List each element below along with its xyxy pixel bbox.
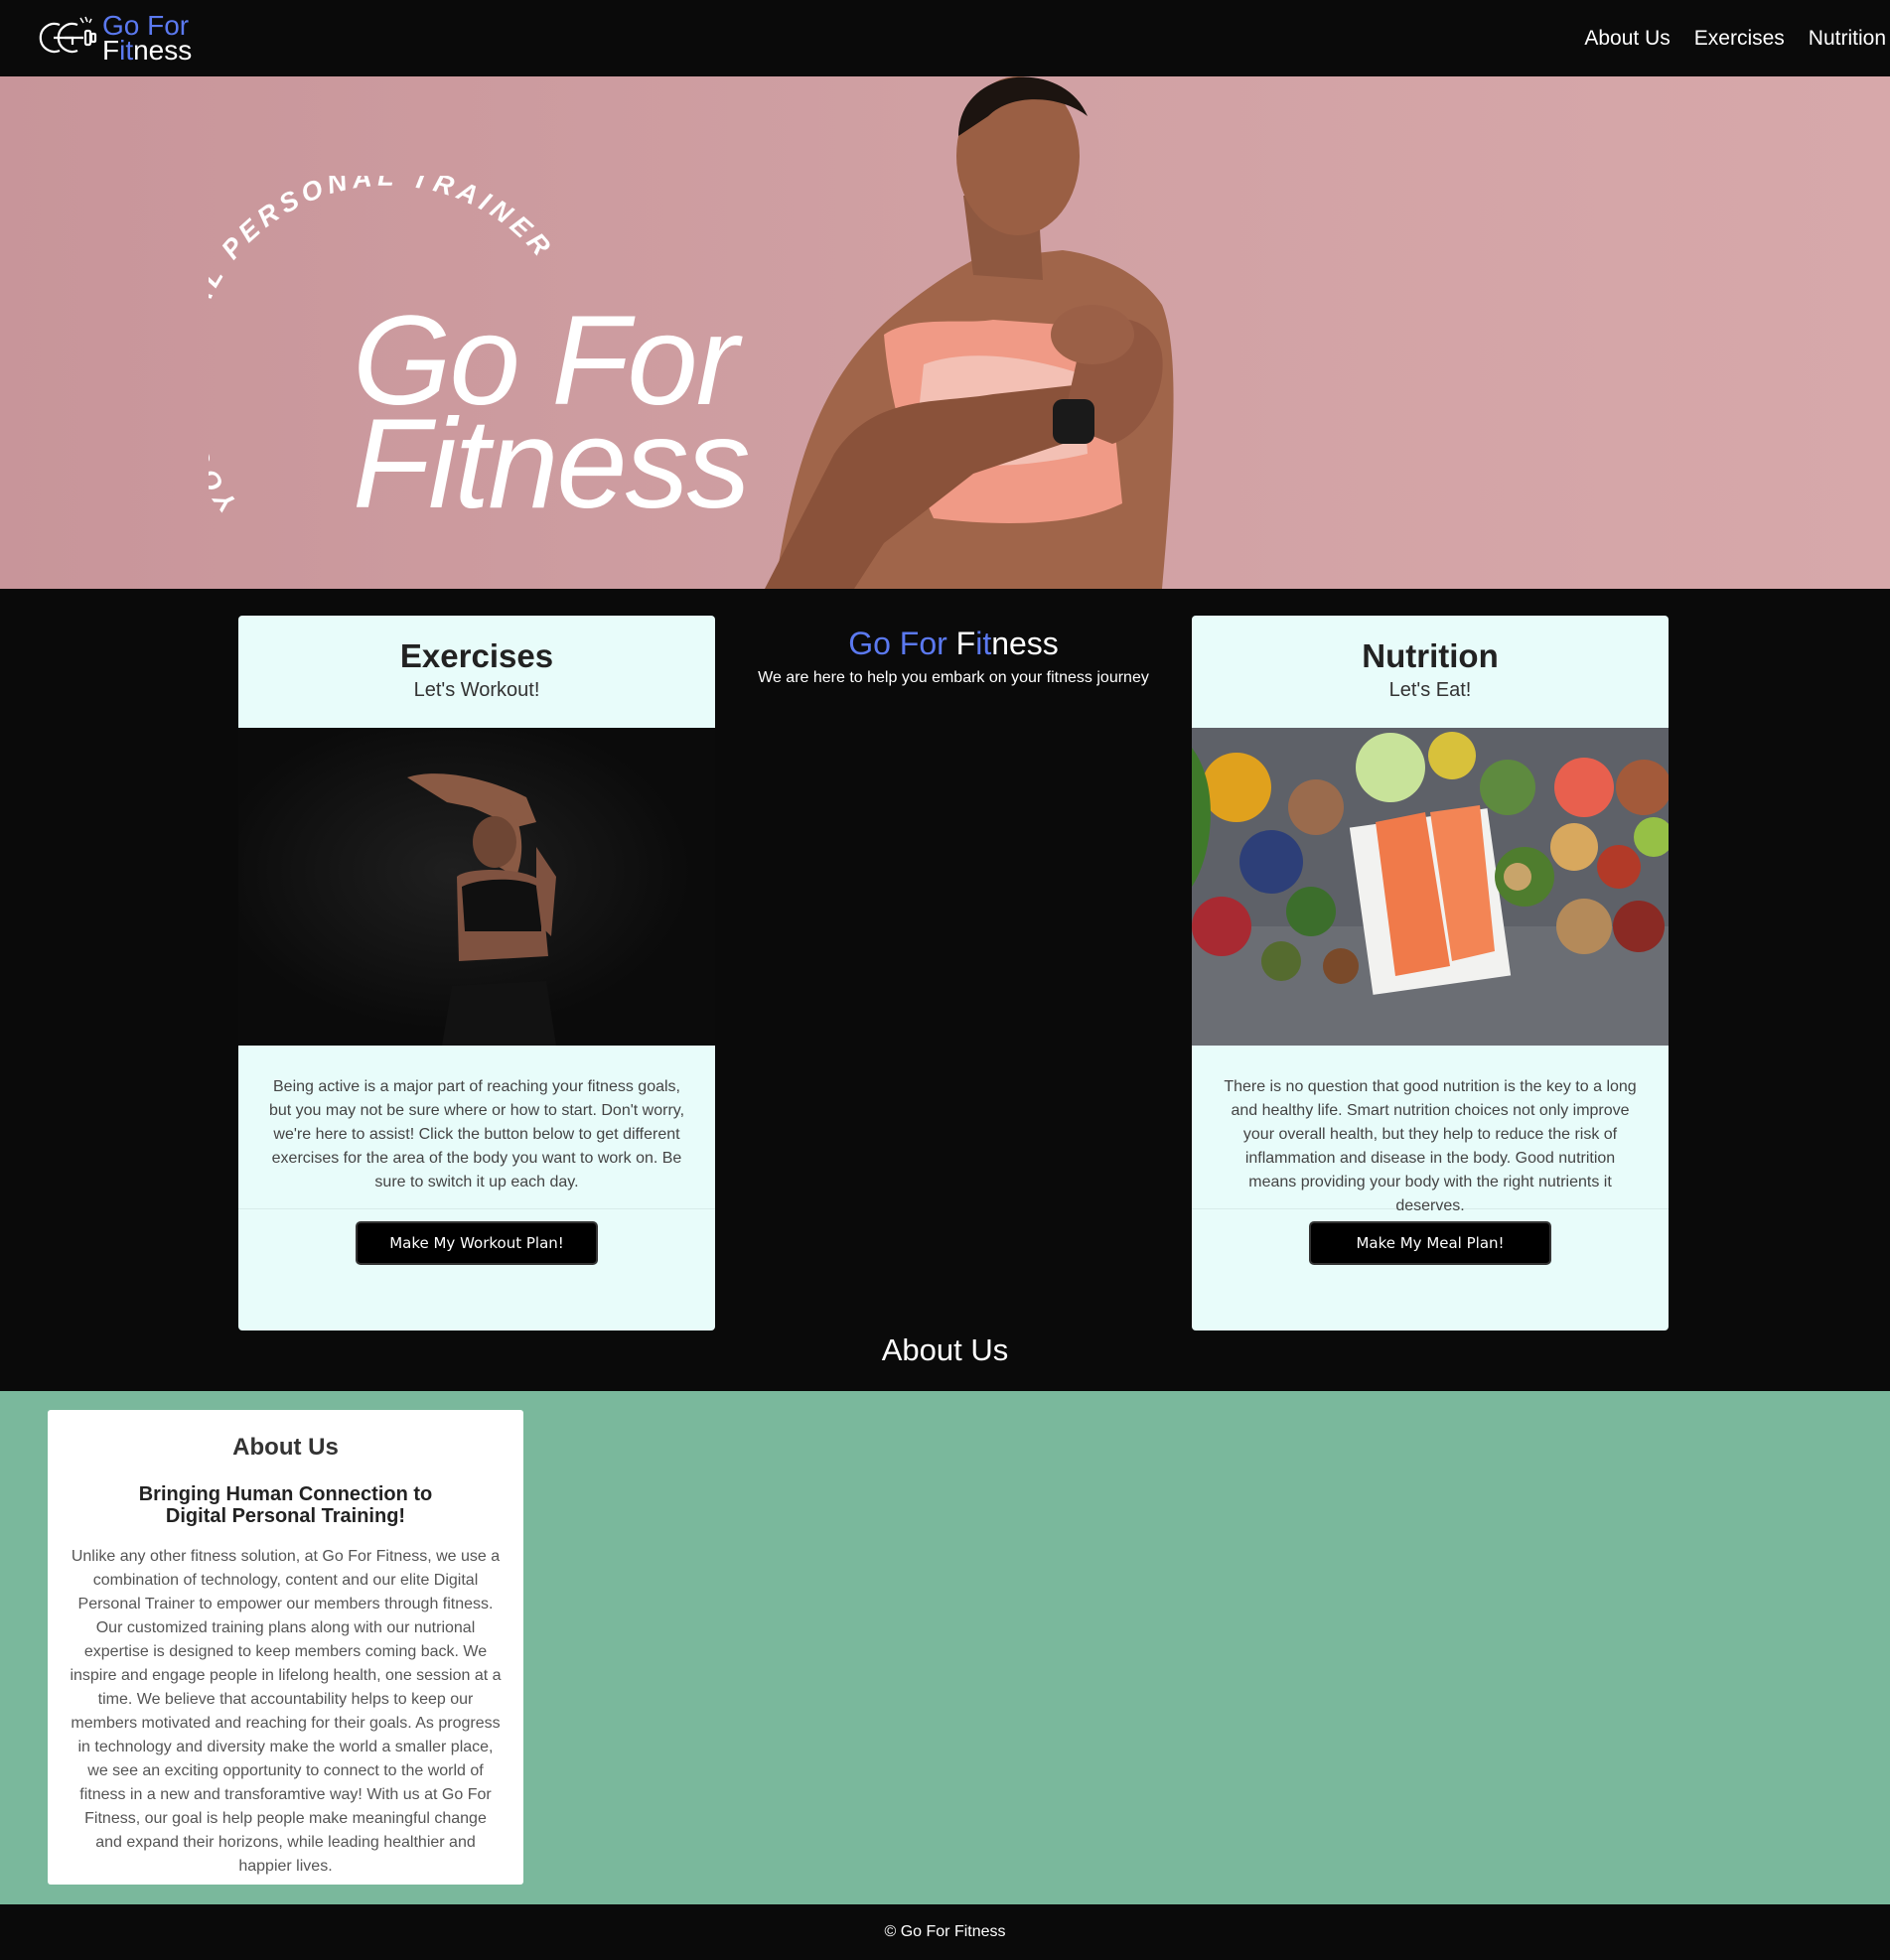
make-workout-plan-button[interactable]: Make My Workout Plan!: [356, 1221, 598, 1265]
navbar: Go For Fitness About Us Exercises Nutrit…: [0, 0, 1890, 76]
about-card: About Us Bringing Human Connection to Di…: [48, 1410, 523, 1885]
about-section: About Us Bringing Human Connection to Di…: [0, 1391, 1890, 1904]
exercises-card-header: Exercises Let's Workout!: [238, 616, 715, 728]
hero-title: Go For Fitness: [353, 298, 751, 535]
logo-link[interactable]: Go For Fitness: [38, 10, 192, 66]
footer-copyright: © Go For Fitness: [884, 1923, 1006, 1940]
nav-links: About Us Exercises Nutrition: [1560, 24, 1886, 54]
exercises-card-subtitle: Let's Workout!: [413, 679, 540, 701]
nav-link-nutrition[interactable]: Nutrition: [1809, 24, 1886, 54]
exercises-card-title: Exercises: [399, 637, 554, 674]
dumbbell-logo-icon: [39, 16, 97, 54]
hero-title-line2: Fitness: [353, 393, 751, 535]
make-meal-plan-button[interactable]: Make My Meal Plan!: [1309, 1221, 1551, 1265]
footer: © Go For Fitness: [0, 1904, 1890, 1960]
nutrition-card: Nutrition Let's Eat! There is no questio…: [1192, 616, 1669, 1330]
nutrition-card-subtitle: Let's Eat!: [1388, 679, 1472, 701]
about-card-title: About Us: [232, 1434, 339, 1461]
exercises-image: [238, 728, 715, 1046]
nutrition-card-header: Nutrition Let's Eat!: [1192, 616, 1669, 728]
logo-line2: Fitness: [102, 35, 193, 66]
logo-wordmark: Go For Fitness: [102, 12, 193, 66]
exercises-card-footer: Make My Workout Plan!: [238, 1209, 715, 1265]
nav-link-about-us[interactable]: About Us: [1584, 24, 1670, 54]
about-card-subtitle: Bringing Human Connection to Digital Per…: [138, 1483, 433, 1527]
about-card-text: Unlike any other fitness solution, at Go…: [70, 1548, 502, 1875]
about-section-heading: About Us: [881, 1332, 1009, 1367]
nav-link-exercises[interactable]: Exercises: [1694, 24, 1785, 54]
hero-banner: YOUR DIGITAL PERSONAL TRAINER Go For Fit…: [0, 76, 1890, 589]
center-tagline: We are here to help you embark on your f…: [758, 669, 1149, 686]
exercises-card-text: Being active is a major part of reaching…: [238, 1046, 715, 1209]
nutrition-image: [1192, 728, 1669, 1046]
nutrition-card-text: There is no question that good nutrition…: [1192, 1046, 1669, 1214]
hero-athlete-image: [765, 76, 1174, 589]
exercises-card: Exercises Let's Workout! Being active is…: [238, 616, 715, 1330]
center-title: Go For Fitness: [848, 626, 1059, 661]
nutrition-card-title: Nutrition: [1362, 637, 1499, 674]
center-intro: Go For Fitness We are here to help you e…: [735, 624, 1172, 687]
